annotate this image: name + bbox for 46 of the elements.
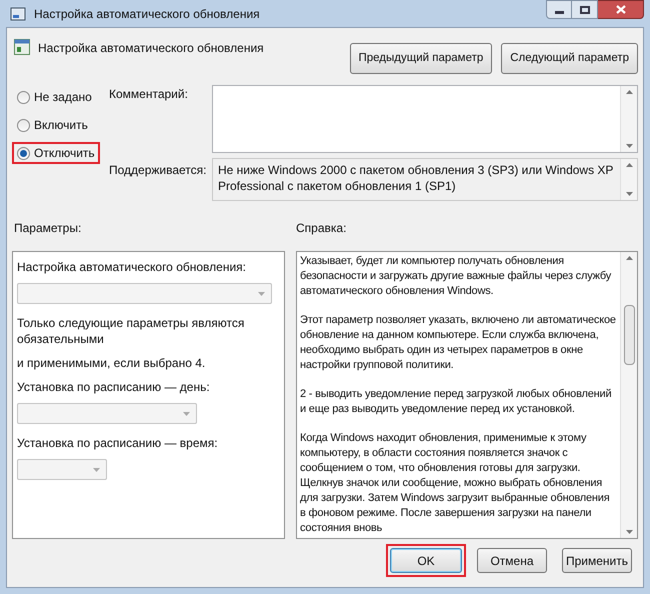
radio-option[interactable]: Включить [12, 114, 93, 136]
close-button[interactable] [598, 0, 644, 19]
help-paragraph: Этот параметр позволяет указать, включено ли автоматическое обновление на данном компьютере. Если служба включена, необходимо выбрать один из четырех параметров в окне настройки групповой политики. [300, 313, 617, 373]
supported-text: Не ниже Windows 2000 с пакетом обновления 3 (SP3) или Windows XP Professional с пакетом обновления 1 (SP1) [217, 162, 614, 195]
comment-label: Комментарий: [108, 86, 189, 103]
scroll-up-icon[interactable] [626, 90, 632, 94]
option-text: Установка по расписанию — время: [17, 435, 219, 451]
scroll-down-icon[interactable] [626, 192, 632, 196]
minimize-icon [554, 11, 564, 14]
navigation-button[interactable]: Следующий параметр [501, 43, 638, 74]
scroll-down-icon[interactable] [626, 144, 632, 148]
option-text: и применимыми, если выбрано 4. [17, 355, 206, 371]
option-text: Установка по расписанию — день: [17, 379, 211, 395]
scroll-thumb[interactable] [624, 305, 634, 365]
navigation-button[interactable]: Предыдущий параметр [350, 43, 492, 74]
maximize-button[interactable] [572, 0, 598, 19]
option-text: Только следующие параметры являются обязательными [17, 315, 246, 347]
scrollbar[interactable] [620, 252, 637, 538]
scrollbar[interactable] [620, 159, 637, 200]
scroll-down-icon[interactable] [626, 530, 632, 534]
dialog-button[interactable]: OK [390, 548, 462, 573]
help-paragraph: Когда Windows находит обновления, применимые к этому компьютеру, в области состояния появляется значок с сообщением о том, что обновления готовы для загрузки. Щелкнув значок или сообщение, можно выбрать обновления для загрузки. Затем Windows загрузит выбранные обновления в фоновом режиме. После завершения загрузки на панели состояния вновь [300, 431, 610, 536]
dropdown-arrow-icon [258, 292, 265, 296]
dialog-button[interactable]: Отмена [477, 548, 547, 573]
policy-icon [14, 39, 30, 55]
help-paragraph: Указывает, будет ли компьютер получать обновления безопасности и загружать другие важные файлы через службу автоматического обновления Windows. [300, 254, 612, 299]
help-paragraph: 2 - выводить уведомление перед загрузкой любых обновлений и еще раз выводить уведомление перед их установкой. [300, 387, 612, 417]
options-label: Параметры: [13, 220, 82, 237]
dialog-button[interactable]: Применить [562, 548, 632, 573]
help-label: Справка: [296, 220, 346, 237]
minimize-button[interactable] [546, 0, 572, 19]
window-title: Настройка автоматического обновления [34, 6, 260, 22]
scrollbar[interactable] [620, 86, 637, 152]
dropdown-arrow-icon [183, 412, 190, 416]
scroll-up-icon[interactable] [626, 163, 632, 167]
dropdown-arrow-icon [93, 468, 100, 472]
radio-option[interactable]: Не задано [12, 86, 97, 108]
option-text: Настройка автоматического обновления: [17, 259, 247, 275]
policy-title: Настройка автоматического обновления [38, 40, 264, 57]
scroll-up-icon[interactable] [626, 256, 632, 260]
comment-field[interactable] [212, 85, 638, 153]
radio-option[interactable]: Отключить [12, 142, 100, 164]
maximize-icon [580, 6, 590, 14]
close-icon [616, 5, 626, 14]
window-app-icon [10, 6, 26, 22]
supported-label: Поддерживается: [108, 162, 208, 179]
